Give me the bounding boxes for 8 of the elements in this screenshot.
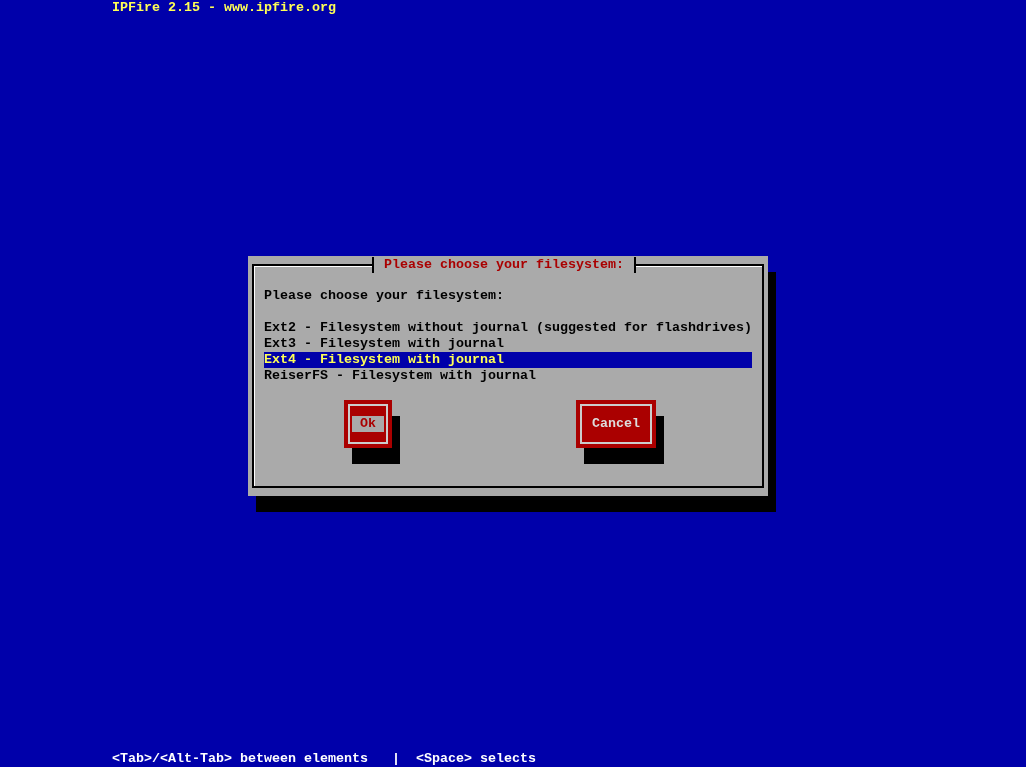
list-item[interactable]: Ext4 - Filesystem with journal xyxy=(264,352,752,368)
status-hint-text: <Tab>/<Alt-Tab> between elements | <Space> selects xyxy=(112,751,536,767)
header-title: IPFire 2.15 - www.ipfire.org xyxy=(112,0,336,16)
list-item[interactable]: ReiserFS - Filesystem with journal xyxy=(264,368,752,384)
list-item[interactable]: Ext3 - Filesystem with journal xyxy=(264,336,752,352)
list-item[interactable]: Ext2 - Filesystem without journal (suggested for flashdrives) xyxy=(264,320,752,336)
dialog-title: Please choose your filesystem: xyxy=(372,257,636,273)
dialog-message: Please choose your filesystem: xyxy=(264,288,504,304)
